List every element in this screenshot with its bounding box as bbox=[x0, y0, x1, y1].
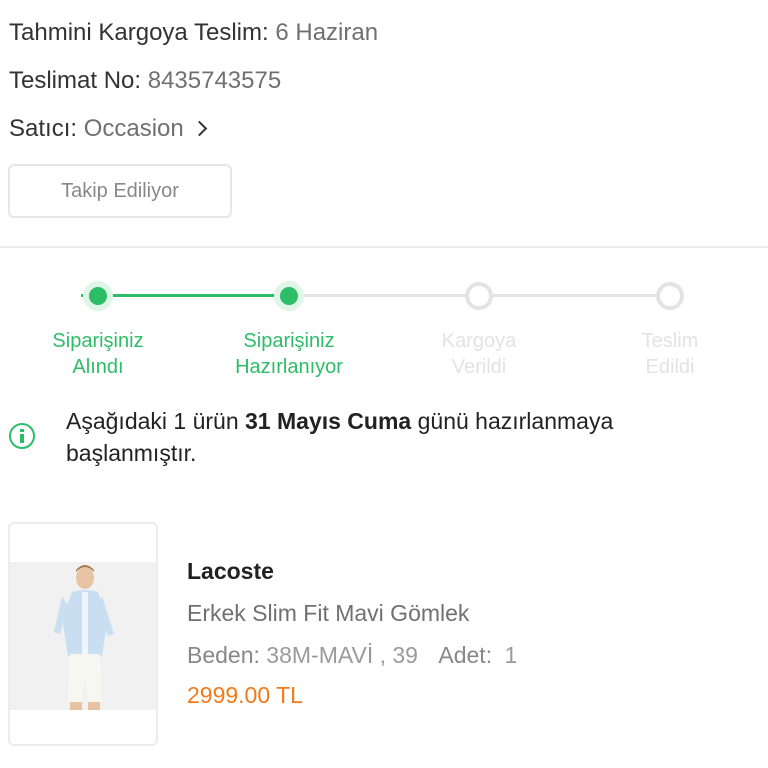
seller-link[interactable]: Occasion bbox=[84, 115, 184, 142]
step-2-label-line1: Siparişiniz bbox=[243, 330, 335, 352]
product-photo[interactable] bbox=[10, 562, 156, 710]
delivery-number-row: Teslimat No: 8435743575 bbox=[9, 66, 281, 96]
stepper-line-completed bbox=[83, 294, 289, 297]
notice-date: 31 Mayıs Cuma bbox=[245, 408, 412, 434]
delivery-number-value: 8435743575 bbox=[147, 67, 282, 94]
preparation-notice: Aşağıdaki 1 ürün 31 Mayıs Cuma günü hazı… bbox=[66, 405, 746, 469]
estimated-delivery-label: Tahmini Kargoya Teslim: bbox=[9, 19, 269, 46]
notice-text-1: Aşağıdaki 1 ürün bbox=[66, 408, 246, 434]
product-attributes: Beden: 38M-MAVİ , 39 Adet: 1 bbox=[187, 642, 517, 669]
seller-label: Satıcı: bbox=[9, 115, 78, 142]
estimated-delivery-row: Tahmini Kargoya Teslim: 6 Haziran bbox=[9, 18, 378, 48]
step-3-dot bbox=[465, 282, 493, 310]
step-4-label: Teslim Edildi bbox=[590, 328, 750, 380]
step-2-label: Siparişiniz Hazırlanıyor bbox=[209, 328, 369, 380]
step-1-dot bbox=[83, 281, 113, 311]
step-1-label-line1: Siparişiniz bbox=[52, 330, 144, 352]
product-brand[interactable]: Lacoste bbox=[187, 558, 274, 585]
quantity-label: Adet: bbox=[438, 642, 493, 668]
step-3-label-line2: Verildi bbox=[451, 356, 507, 378]
quantity-value: 1 bbox=[504, 642, 518, 668]
step-4-label-line1: Teslim bbox=[641, 330, 699, 352]
step-3-label-line1: Kargoya bbox=[441, 330, 517, 352]
product-image-card[interactable] bbox=[8, 522, 158, 746]
step-2-dot bbox=[274, 281, 304, 311]
step-3-label: Kargoya Verildi bbox=[399, 328, 559, 380]
chevron-right-icon[interactable] bbox=[192, 120, 208, 137]
estimated-delivery-value: 6 Haziran bbox=[275, 19, 379, 46]
product-price: 2999.00 TL bbox=[187, 682, 303, 708]
seller-row[interactable]: Satıcı: Occasion bbox=[9, 114, 208, 144]
info-icon bbox=[9, 423, 35, 449]
delivery-number-label: Teslimat No: bbox=[9, 67, 142, 94]
step-4-dot bbox=[656, 282, 684, 310]
step-1-label-line2: Alındı bbox=[72, 356, 124, 378]
step-2-label-line2: Hazırlanıyor bbox=[235, 356, 343, 378]
size-value: 38M-MAVİ , 39 bbox=[266, 642, 418, 668]
size-label: Beden: bbox=[187, 642, 260, 668]
step-1-label: Siparişiniz Alındı bbox=[18, 328, 178, 380]
section-divider bbox=[0, 246, 768, 248]
product-name[interactable]: Erkek Slim Fit Mavi Gömlek bbox=[187, 600, 469, 627]
product-photo-illustration bbox=[10, 562, 156, 710]
tracking-button[interactable]: Takip Ediliyor bbox=[8, 164, 232, 218]
step-4-label-line2: Edildi bbox=[645, 356, 695, 378]
